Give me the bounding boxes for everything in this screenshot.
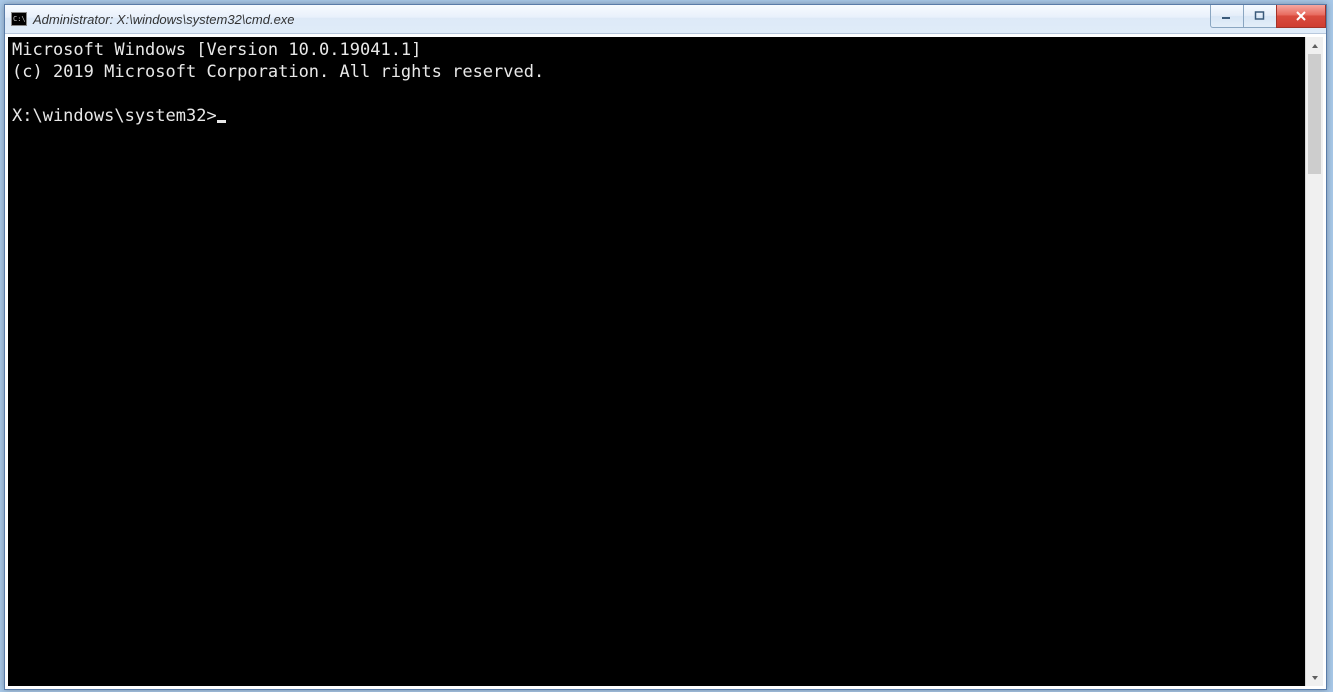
scroll-down-button[interactable] bbox=[1306, 669, 1323, 686]
client-area: Microsoft Windows [Version 10.0.19041.1]… bbox=[5, 34, 1326, 689]
minimize-icon bbox=[1221, 11, 1233, 21]
chevron-up-icon bbox=[1311, 43, 1319, 49]
minimize-button[interactable] bbox=[1210, 5, 1244, 28]
cmd-icon-glyph: C:\ bbox=[13, 16, 26, 23]
close-icon bbox=[1295, 11, 1307, 21]
cmd-window: C:\ Administrator: X:\windows\system32\c… bbox=[4, 4, 1327, 690]
terminal-prompt: X:\windows\system32> bbox=[12, 106, 217, 126]
window-controls bbox=[1211, 5, 1326, 27]
terminal-cursor bbox=[217, 120, 226, 123]
maximize-icon bbox=[1254, 11, 1266, 21]
terminal-output[interactable]: Microsoft Windows [Version 10.0.19041.1]… bbox=[8, 37, 1305, 686]
chevron-down-icon bbox=[1311, 675, 1319, 681]
terminal-line-version: Microsoft Windows [Version 10.0.19041.1] bbox=[12, 40, 421, 60]
scroll-up-button[interactable] bbox=[1306, 37, 1323, 54]
scrollbar-thumb[interactable] bbox=[1308, 54, 1321, 174]
scrollbar-track[interactable] bbox=[1306, 54, 1323, 669]
maximize-button[interactable] bbox=[1243, 5, 1277, 28]
vertical-scrollbar[interactable] bbox=[1305, 37, 1323, 686]
cmd-icon: C:\ bbox=[11, 12, 27, 26]
window-title: Administrator: X:\windows\system32\cmd.e… bbox=[33, 12, 295, 27]
close-button[interactable] bbox=[1276, 5, 1326, 28]
titlebar[interactable]: C:\ Administrator: X:\windows\system32\c… bbox=[5, 5, 1326, 34]
terminal-line-copyright: (c) 2019 Microsoft Corporation. All righ… bbox=[12, 62, 544, 82]
